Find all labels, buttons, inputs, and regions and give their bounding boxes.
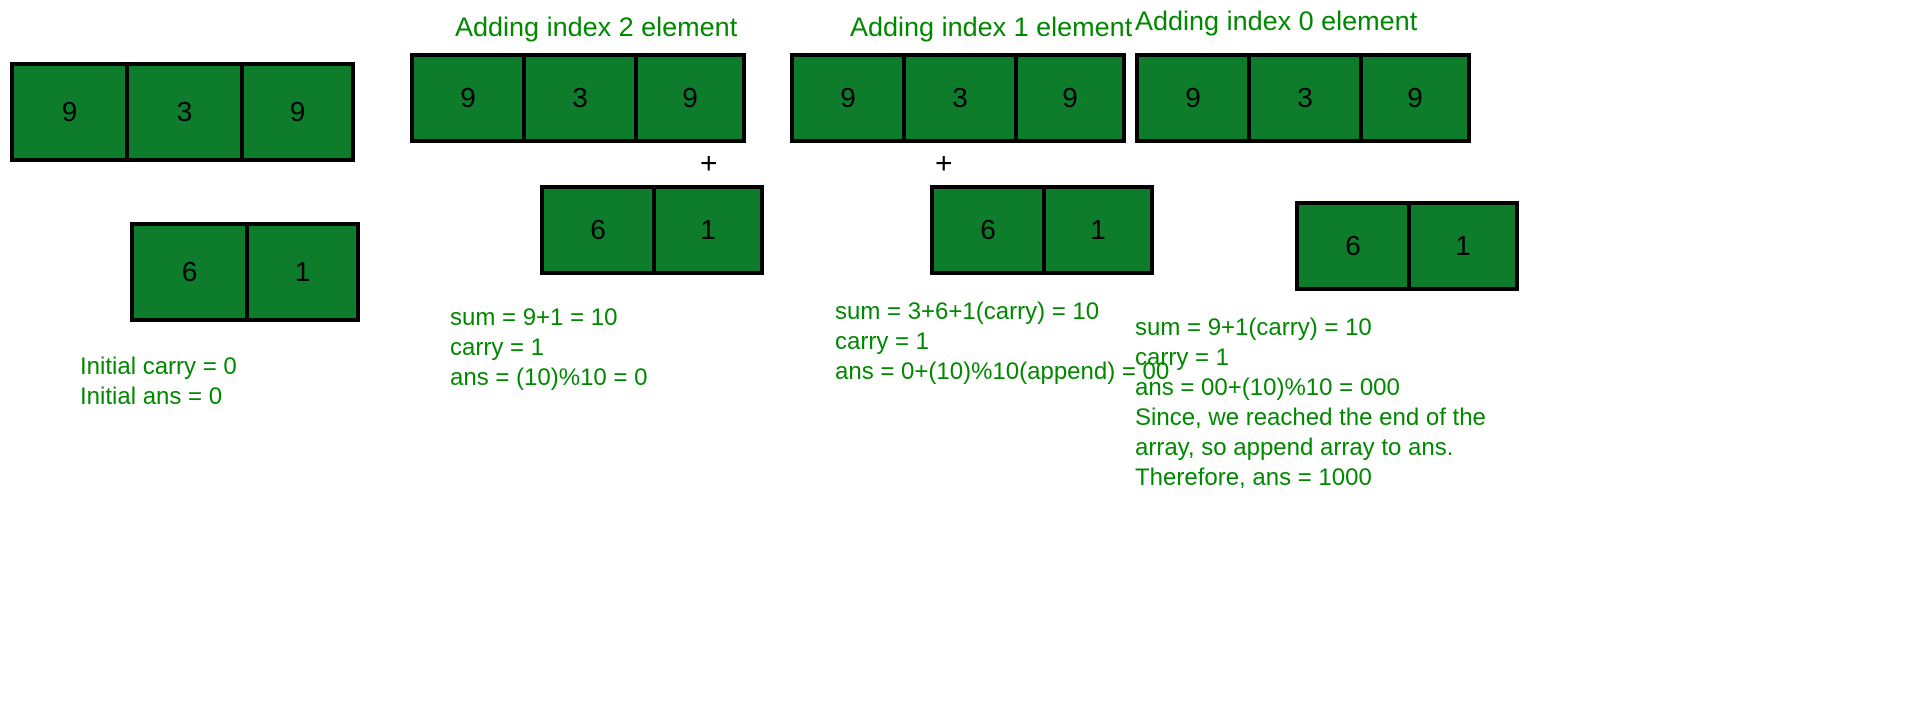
plus-sign: +	[700, 147, 800, 181]
array-bottom: 6 1	[1295, 201, 1519, 291]
explanation-text: sum = 9+1(carry) = 10 carry = 1 ans = 00…	[1135, 313, 1505, 493]
step-heading: Adding index 2 element	[455, 12, 800, 43]
array-cell: 3	[125, 62, 240, 162]
array-cell: 3	[902, 53, 1014, 143]
array-cell: 6	[540, 185, 652, 275]
array-cell: 9	[410, 53, 522, 143]
array-cell: 1	[1407, 201, 1519, 291]
step-heading: Adding index 0 element	[1135, 6, 1519, 37]
array-cell: 1	[245, 222, 360, 322]
step-index-0: Adding index 0 element 9 3 9 6 1 sum = 9…	[1135, 6, 1519, 493]
step-initial: 9 3 9 6 1 Initial carry = 0 Initial ans …	[10, 62, 360, 322]
array-cell: 9	[790, 53, 902, 143]
array-cell: 9	[240, 62, 355, 162]
array-top: 9 3 9	[410, 53, 800, 143]
step-index-2: Adding index 2 element 9 3 9 + 6 1 sum =…	[410, 12, 800, 393]
array-cell: 6	[1295, 201, 1407, 291]
array-cell: 9	[634, 53, 746, 143]
array-cell: 9	[1135, 53, 1247, 143]
array-bottom: 6 1	[540, 185, 800, 275]
array-cell: 1	[652, 185, 764, 275]
array-cell: 6	[130, 222, 245, 322]
array-top: 9 3 9	[1135, 53, 1519, 143]
array-top: 9 3 9	[10, 62, 360, 162]
explanation-text: sum = 9+1 = 10 carry = 1 ans = (10)%10 =…	[450, 303, 800, 393]
array-cell: 9	[1359, 53, 1471, 143]
array-cell: 3	[1247, 53, 1359, 143]
explanation-text: Initial carry = 0 Initial ans = 0	[80, 352, 410, 412]
array-cell: 9	[10, 62, 125, 162]
array-cell: 6	[930, 185, 1042, 275]
array-cell: 9	[1014, 53, 1126, 143]
array-bottom: 6 1	[130, 222, 360, 322]
array-cell: 3	[522, 53, 634, 143]
